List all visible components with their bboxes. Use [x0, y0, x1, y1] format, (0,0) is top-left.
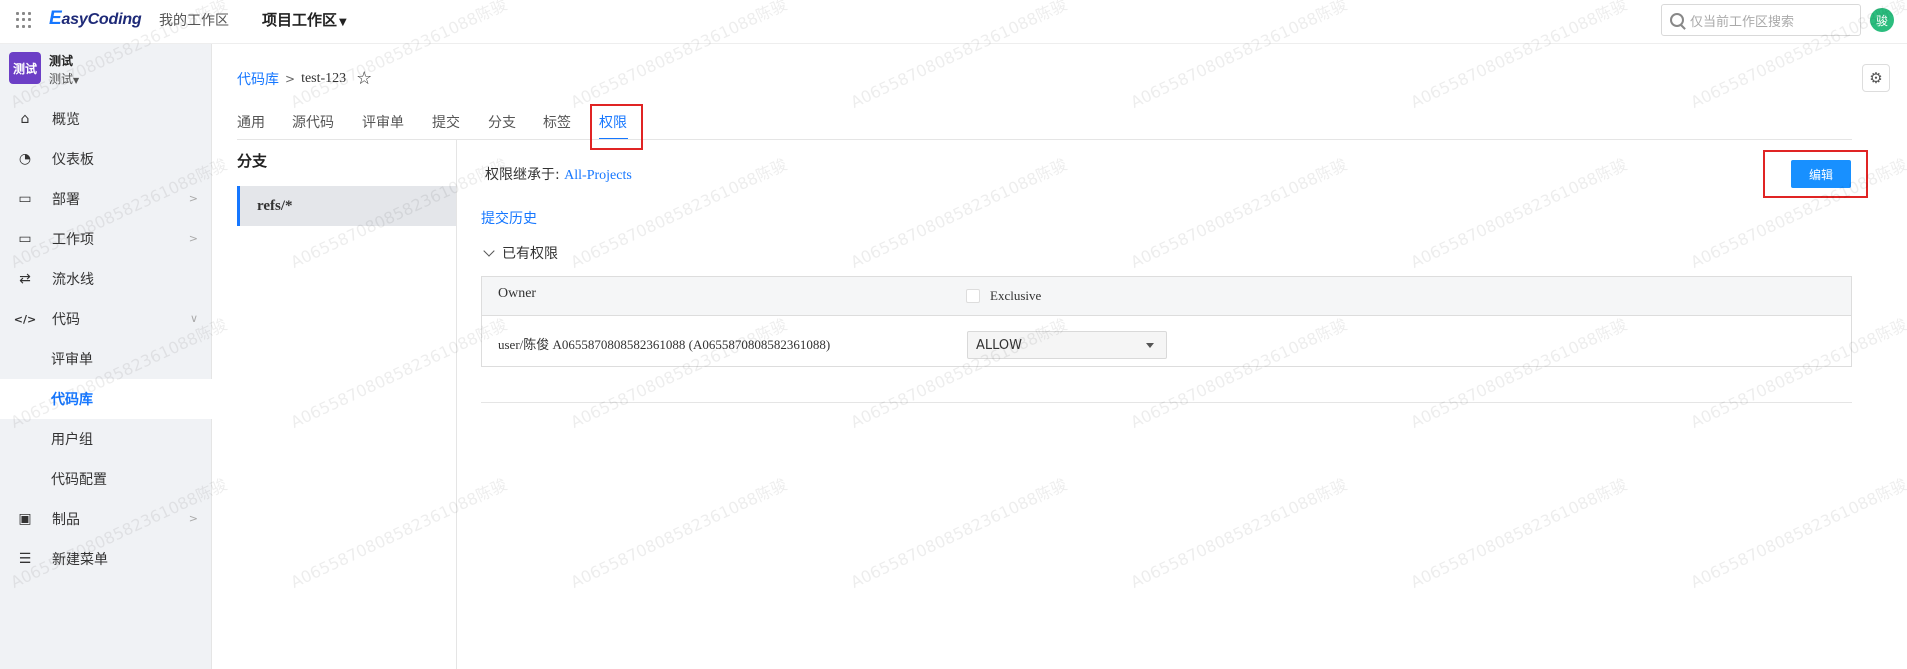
project-name[interactable]: 测试: [49, 52, 73, 69]
caret-down-icon: ▼: [73, 76, 80, 85]
watermark-text: A0655870808582361088陈骏: [847, 154, 1070, 272]
watermark-text: A0655870808582361088陈骏: [287, 314, 510, 432]
branch-item[interactable]: refs/*: [237, 186, 456, 226]
nav-project-workspace[interactable]: 项目工作区 ▼: [262, 9, 347, 30]
workitem-icon: ▭: [18, 231, 32, 247]
watermark-text: A0655870808582361088陈骏: [287, 474, 510, 592]
caret-down-icon: ▼: [339, 17, 347, 28]
easycoding-logo[interactable]: EasyCoding: [49, 8, 142, 30]
tab-review[interactable]: 评审单: [362, 112, 432, 140]
tab-general[interactable]: 通用: [237, 112, 292, 140]
exclusive-checkbox[interactable]: [966, 289, 980, 303]
content-divider: [481, 402, 1852, 403]
watermark-text: A0655870808582361088陈骏: [567, 474, 790, 592]
settings-button[interactable]: ⚙: [1862, 64, 1890, 92]
search-placeholder: 仅当前工作区搜索: [1690, 14, 1795, 30]
pipeline-icon: ⇄: [19, 271, 31, 287]
sidebar-item-deploy[interactable]: ▭ 部署 >: [0, 179, 212, 219]
watermark-text: A0655870808582361088陈骏: [1407, 154, 1630, 272]
sidebar-menu: ⌂ 概览 ◔ 仪表板 ▭ 部署 > ▭ 工作项 > ⇄ 流水线 </> 代码 ∨ 评审单 代码库 …: [0, 99, 212, 579]
search-icon: [1670, 13, 1684, 27]
sidebar-item-code[interactable]: </> 代码 ∨: [0, 299, 212, 339]
existing-permissions-toggle[interactable]: 已有权限: [481, 243, 558, 263]
chevron-down-icon: [483, 245, 495, 257]
sidebar-item-review[interactable]: 评审单: [0, 339, 212, 379]
user-avatar[interactable]: 骏: [1870, 8, 1894, 32]
watermark-text: A0655870808582361088陈骏: [1127, 474, 1350, 592]
nav-my-workspace[interactable]: 我的工作区: [159, 10, 229, 30]
sidebar: 测试 测试 测试▼ ⌂ 概览 ◔ 仪表板 ▭ 部署 > ▭ 工作项 > ⇄ 流水线 </> 代码…: [0, 44, 212, 669]
search-input[interactable]: 仅当前工作区搜索: [1661, 4, 1861, 36]
commit-history-link[interactable]: 提交历史: [481, 208, 537, 228]
project-switcher[interactable]: 测试▼: [49, 70, 79, 87]
sidebar-item-artifact[interactable]: ▣ 制品 >: [0, 499, 212, 539]
breadcrumb: 代码库 > test-123 ☆: [237, 68, 372, 89]
repo-tabs: 通用 源代码 评审单 提交 分支 标签 权限: [237, 112, 628, 140]
permission-select[interactable]: ALLOW: [967, 331, 1167, 359]
deploy-icon: ▭: [18, 191, 32, 207]
dashboard-icon: ◔: [18, 151, 32, 167]
home-icon: ⌂: [20, 111, 30, 127]
pane-divider: [456, 140, 457, 669]
column-owner: Owner: [498, 286, 537, 301]
tabs-divider: [237, 139, 1852, 140]
watermark-text: A0655870808582361088陈骏: [847, 474, 1070, 592]
chevron-right-icon: >: [188, 232, 198, 245]
watermark-text: A0655870808582361088陈骏: [1407, 474, 1630, 592]
sidebar-item-workitem[interactable]: ▭ 工作项 >: [0, 219, 212, 259]
sidebar-item-new-menu[interactable]: ☰ 新建菜单: [0, 539, 212, 579]
app-grid-icon[interactable]: [16, 12, 32, 28]
chevron-right-icon: >: [188, 512, 198, 525]
tab-branches[interactable]: 分支: [488, 112, 543, 140]
inherit-info: 权限继承于: All-Projects: [485, 167, 632, 183]
highlight-box-tab: [590, 104, 643, 150]
sidebar-item-code-config[interactable]: 代码配置: [0, 459, 212, 499]
branch-title: 分支: [237, 152, 268, 170]
sidebar-item-dashboard[interactable]: ◔ 仪表板: [0, 139, 212, 179]
breadcrumb-current: test-123: [301, 70, 347, 86]
table-row-user: user/陈俊 A0655870808582361088 (A065587080…: [498, 337, 831, 352]
dropdown-arrow-icon: [1146, 343, 1154, 348]
watermark-text: A0655870808582361088陈骏: [1127, 154, 1350, 272]
inherit-link[interactable]: All-Projects: [564, 168, 632, 183]
breadcrumb-root[interactable]: 代码库: [237, 69, 279, 89]
tab-source[interactable]: 源代码: [292, 112, 362, 140]
artifact-icon: ▣: [18, 511, 32, 527]
sidebar-item-pipeline[interactable]: ⇄ 流水线: [0, 259, 212, 299]
project-avatar[interactable]: 测试: [9, 52, 41, 84]
chevron-down-icon: ∨: [189, 312, 198, 325]
top-bar: EasyCoding 我的工作区 项目工作区 ▼ 仅当前工作区搜索 骏: [0, 0, 1907, 44]
watermark-text: A0655870808582361088陈骏: [1687, 474, 1907, 592]
table-header: Owner Exclusive: [482, 277, 1851, 316]
tab-commits[interactable]: 提交: [432, 112, 488, 140]
code-icon: </>: [13, 312, 37, 326]
sidebar-item-usergroup[interactable]: 用户组: [0, 419, 212, 459]
chevron-right-icon: >: [188, 192, 198, 205]
highlight-box-edit: [1763, 150, 1868, 198]
gear-icon: ⚙: [1869, 69, 1883, 87]
list-icon: ☰: [18, 551, 32, 567]
permission-table: Owner Exclusive user/陈俊 A065587080858236…: [481, 276, 1852, 367]
column-exclusive: Exclusive: [966, 288, 1041, 304]
chevron-right-icon: >: [285, 71, 296, 86]
sidebar-item-repository[interactable]: 代码库: [0, 379, 212, 419]
star-icon[interactable]: ☆: [356, 68, 372, 89]
sidebar-item-overview[interactable]: ⌂ 概览: [0, 99, 212, 139]
